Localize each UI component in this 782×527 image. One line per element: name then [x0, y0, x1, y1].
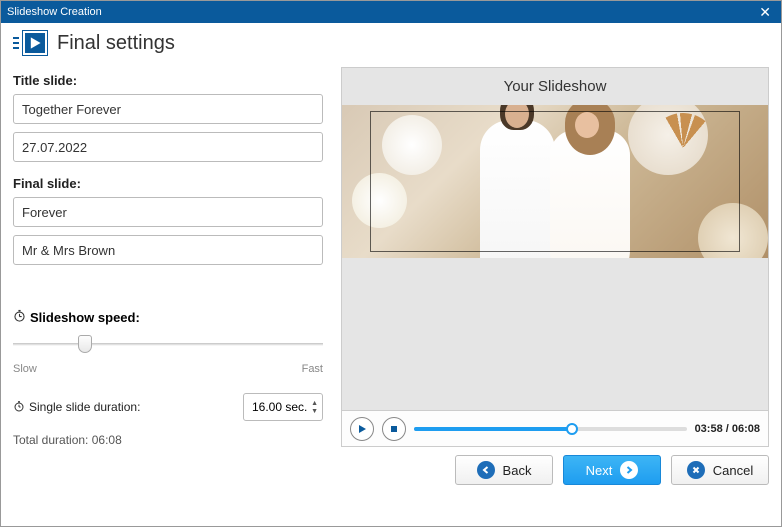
final-slide-label: Final slide:	[13, 176, 323, 191]
title-slide-line1[interactable]	[13, 94, 323, 124]
clock-icon	[13, 309, 26, 325]
progress-bar[interactable]	[414, 427, 687, 431]
stepper-up-icon[interactable]: ▲	[311, 400, 318, 407]
final-slide-line2[interactable]	[13, 235, 323, 265]
progress-thumb[interactable]	[566, 423, 578, 435]
duration-stepper[interactable]: 16.00 sec. ▲▼	[243, 393, 323, 421]
window-title: Slideshow Creation	[7, 6, 102, 18]
arrow-left-icon	[477, 461, 495, 479]
preview-frame	[342, 105, 768, 258]
preview-panel: Your Slideshow 03:58 / 06:08	[341, 67, 769, 447]
footer: Back Next Cancel	[1, 447, 781, 493]
slider-thumb[interactable]	[78, 335, 92, 353]
page-header: Final settings	[1, 23, 781, 67]
arrow-right-icon	[620, 461, 638, 479]
title-slide-label: Title slide:	[13, 73, 323, 88]
titlebar: Slideshow Creation ✕	[1, 1, 781, 23]
fast-label: Fast	[302, 363, 323, 375]
next-button[interactable]: Next	[563, 455, 661, 485]
stepper-down-icon[interactable]: ▼	[311, 408, 318, 415]
app-icon	[23, 31, 47, 55]
player-bar: 03:58 / 06:08	[342, 410, 768, 446]
speed-slider[interactable]	[13, 335, 323, 359]
stop-button[interactable]	[382, 417, 406, 441]
settings-panel: Title slide: Final slide: Slideshow spee…	[13, 67, 323, 447]
speed-label: Slideshow speed:	[13, 309, 323, 325]
preview-image	[342, 105, 768, 258]
total-duration: Total duration: 06:08	[13, 433, 323, 447]
back-button[interactable]: Back	[455, 455, 553, 485]
time-display: 03:58 / 06:08	[695, 423, 760, 435]
final-slide-line1[interactable]	[13, 197, 323, 227]
title-slide-line2[interactable]	[13, 132, 323, 162]
play-button[interactable]	[350, 417, 374, 441]
clock-icon	[13, 400, 25, 415]
preview-title: Your Slideshow	[342, 68, 768, 105]
duration-value: 16.00 sec.	[252, 400, 307, 414]
slow-label: Slow	[13, 363, 37, 375]
close-icon[interactable]: ✕	[755, 4, 775, 21]
cancel-icon	[687, 461, 705, 479]
page-title: Final settings	[57, 32, 175, 55]
single-duration-label: Single slide duration:	[29, 400, 140, 414]
cancel-button[interactable]: Cancel	[671, 455, 769, 485]
